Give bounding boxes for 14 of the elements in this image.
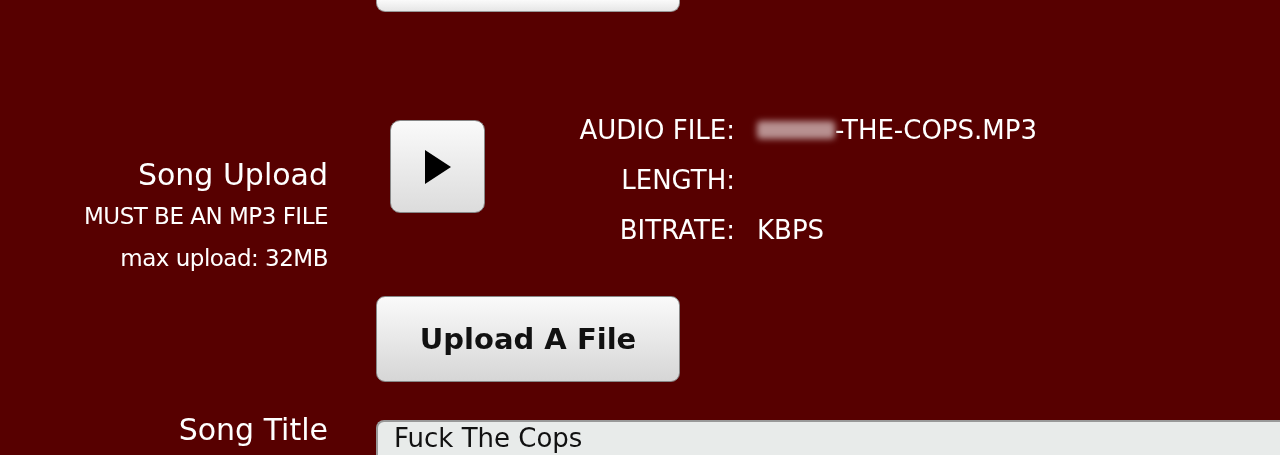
max-upload-text: max upload: 32MB: [120, 244, 328, 273]
info-label: LENGTH:: [620, 164, 735, 197]
info-label: BITRATE:: [618, 214, 735, 247]
info-value: -THE-COPS.MP3: [835, 114, 1037, 147]
song-upload-label: Song Upload: [137, 156, 328, 194]
play-button[interactable]: [390, 120, 485, 213]
button[interactable]: [376, 0, 680, 12]
song-title-label: Song Title: [178, 411, 328, 449]
upload-button[interactable]: Upload A File: [376, 296, 680, 382]
play-icon: [422, 147, 453, 186]
song-title-field[interactable]: Fuck The Cops: [376, 420, 1280, 455]
info-value: KBPS: [757, 214, 825, 247]
requirement-text: MUST BE AN MP3 FILE: [83, 202, 328, 231]
info-label: AUDIO FILE:: [578, 114, 735, 147]
